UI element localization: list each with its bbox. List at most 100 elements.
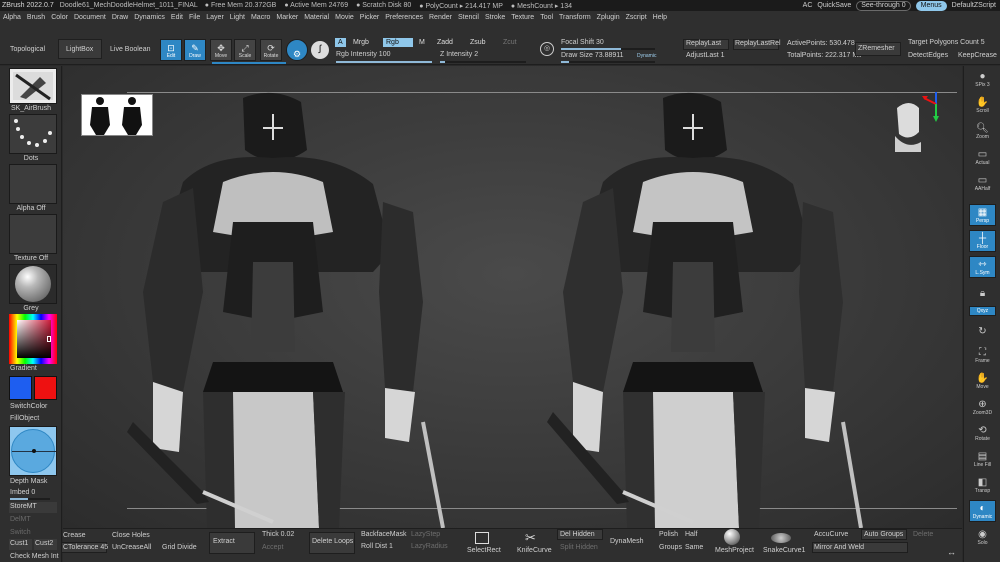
backface-mask-toggle[interactable]: BackfaceMask xyxy=(361,531,407,538)
zsub-toggle[interactable]: Zsub xyxy=(467,38,489,47)
adjust-last-slider[interactable]: AdjustLast 1 xyxy=(686,52,725,59)
menu-render[interactable]: Render xyxy=(426,14,455,21)
thick-slider[interactable]: Thick 0.02 xyxy=(262,531,294,538)
menu-draw[interactable]: Draw xyxy=(109,14,131,21)
menu-material[interactable]: Material xyxy=(301,14,332,21)
qxyz-button[interactable]: Qxyz xyxy=(969,306,996,316)
menu-transform[interactable]: Transform xyxy=(556,14,594,21)
depth-mask-curve[interactable] xyxy=(9,426,57,476)
menu-macro[interactable]: Macro xyxy=(248,14,273,21)
color-picker[interactable] xyxy=(9,314,57,364)
keep-creases-toggle[interactable]: KeepCrease xyxy=(958,52,997,59)
rgb-toggle[interactable]: Rgb xyxy=(383,38,413,47)
scroll-button[interactable]: ✋ Scroll xyxy=(969,94,996,116)
transp-button[interactable]: ◧ Transp xyxy=(969,474,996,496)
menu-dynamics[interactable]: Dynamics xyxy=(131,14,168,21)
menu-movie[interactable]: Movie xyxy=(332,14,357,21)
a-toggle[interactable]: A xyxy=(335,38,346,47)
gizmo-button[interactable]: ⚙ xyxy=(286,39,308,61)
menu-picker[interactable]: Picker xyxy=(357,14,382,21)
snake-curve-button[interactable]: SnakeCurve1 xyxy=(763,547,805,554)
mrgb-toggle[interactable]: Mrgb xyxy=(350,38,372,47)
alpha-thumbnail[interactable] xyxy=(9,164,57,204)
scale-mode-button[interactable]: ⤢ Scale xyxy=(234,39,256,61)
menu-light[interactable]: Light xyxy=(227,14,248,21)
menu-zscript[interactable]: Zscript xyxy=(623,14,650,21)
mesh-project-button[interactable]: MeshProject xyxy=(715,547,754,554)
menu-alpha[interactable]: Alpha xyxy=(0,14,24,21)
rgb-intensity-slider[interactable]: Rgb Intensity 100 xyxy=(336,51,390,58)
aahalf-button[interactable]: ▭ AAHalf xyxy=(969,172,996,194)
draw-mode-button[interactable]: ✎ Draw xyxy=(184,39,206,61)
roll-dist-slider[interactable]: Roll Dist 1 xyxy=(361,543,393,550)
frame-button[interactable]: ⛶ Frame xyxy=(969,344,996,366)
zadd-toggle[interactable]: Zadd xyxy=(434,38,456,47)
zcut-toggle[interactable]: Zcut xyxy=(500,38,520,47)
spotlight-icon[interactable]: ꭍ xyxy=(311,41,329,59)
rotate-mode-button[interactable]: ⟳ Rotate xyxy=(260,39,282,61)
target-polygons-slider[interactable]: Target Polygons Count 5 xyxy=(908,39,985,46)
texture-thumbnail[interactable] xyxy=(9,214,57,254)
floor-button[interactable]: ┼ Floor xyxy=(969,230,996,252)
same-toggle[interactable]: Same xyxy=(685,544,703,551)
menu-texture[interactable]: Texture xyxy=(508,14,537,21)
menu-color[interactable]: Color xyxy=(48,14,71,21)
focal-shift-slider[interactable]: Focal Shift 30 xyxy=(561,39,604,46)
draw-size-slider[interactable]: Draw Size 73.88911 xyxy=(561,52,624,59)
mirror-and-weld-button[interactable]: Mirror And Weld xyxy=(814,544,864,551)
delete-loops-button[interactable]: Delete Loops xyxy=(312,538,353,545)
zoom-button[interactable]: 🔍︎ Zoom xyxy=(969,120,996,142)
close-holes-button[interactable]: Close Holes xyxy=(112,532,150,539)
m-toggle[interactable]: M xyxy=(416,38,428,47)
menus-toggle[interactable]: Menus xyxy=(915,0,947,11)
grid-divide-button[interactable]: Grid Divide xyxy=(162,544,197,551)
accu-curve-toggle[interactable]: AccuCurve xyxy=(814,531,848,538)
stroke-thumbnail[interactable] xyxy=(9,114,57,154)
split-hidden-button[interactable]: Split Hidden xyxy=(560,544,598,551)
polish-toggle[interactable]: Polish xyxy=(659,531,678,538)
default-zscript-button[interactable]: DefaultZScript xyxy=(952,2,996,9)
uncrease-all-button[interactable]: UnCreaseAll xyxy=(112,544,151,551)
lightbox-button[interactable]: LightBox xyxy=(66,46,93,53)
knife-curve-button[interactable]: KnifeCurve xyxy=(517,547,552,554)
rgb-intensity-track[interactable] xyxy=(336,61,432,63)
menu-document[interactable]: Document xyxy=(71,14,109,21)
detect-edges-toggle[interactable]: DetectEdges xyxy=(908,52,948,59)
zremesher-button[interactable]: ZRemesher xyxy=(858,45,895,52)
secondary-color-swatch[interactable] xyxy=(34,376,57,400)
delete-button[interactable]: Delete xyxy=(913,531,933,538)
menu-edit[interactable]: Edit xyxy=(168,14,186,21)
spix-button[interactable]: ● SPix 3 xyxy=(969,68,996,90)
lazy-radius-slider[interactable]: LazyRadius xyxy=(411,543,448,550)
line-fill-button[interactable]: ▤ Line Fill xyxy=(969,448,996,470)
move-mode-button[interactable]: ✥ Move xyxy=(210,39,232,61)
dynamesh-button[interactable]: DynaMesh xyxy=(610,538,643,545)
quicksave-button[interactable]: QuickSave xyxy=(817,2,851,9)
resize-arrows-icon[interactable]: ↔ xyxy=(947,547,956,557)
rotate-view-button[interactable]: ⟲ Rotate xyxy=(969,422,996,444)
draw-size-track[interactable] xyxy=(561,61,655,63)
menu-stencil[interactable]: Stencil xyxy=(455,14,482,21)
primary-color-swatch[interactable] xyxy=(9,376,32,400)
brush-thumbnail[interactable] xyxy=(9,68,57,104)
lazy-step-slider[interactable]: LazyStep xyxy=(411,531,440,538)
crease-button[interactable]: Crease xyxy=(63,532,86,539)
half-toggle[interactable]: Half xyxy=(685,531,697,538)
ctolerance-slider[interactable]: CTolerance 45 xyxy=(63,544,108,551)
replay-last-button[interactable]: ReplayLast xyxy=(686,40,721,47)
topological-button[interactable]: Topological xyxy=(10,46,45,53)
replay-last-rel-button[interactable]: ReplayLastRel xyxy=(735,40,781,47)
dynamic-toggle[interactable]: Dynamic xyxy=(637,53,656,59)
menu-layer[interactable]: Layer xyxy=(203,14,227,21)
del-hidden-button[interactable]: Del Hidden xyxy=(560,531,595,538)
persp-button[interactable]: ▦ Persp xyxy=(969,204,996,226)
lock-button[interactable]: 🔒︎ xyxy=(969,282,996,304)
move-button[interactable]: ✋ Move xyxy=(969,370,996,392)
extract-button[interactable]: Extract xyxy=(213,538,235,545)
axis-gizmo-icon[interactable] xyxy=(921,90,951,124)
focal-shift-track[interactable] xyxy=(561,48,655,50)
solo-button[interactable]: ◉ Solo xyxy=(969,526,996,548)
menu-stroke[interactable]: Stroke xyxy=(482,14,508,21)
imbed-track[interactable] xyxy=(10,498,50,500)
actual-button[interactable]: ▭ Actual xyxy=(969,146,996,168)
